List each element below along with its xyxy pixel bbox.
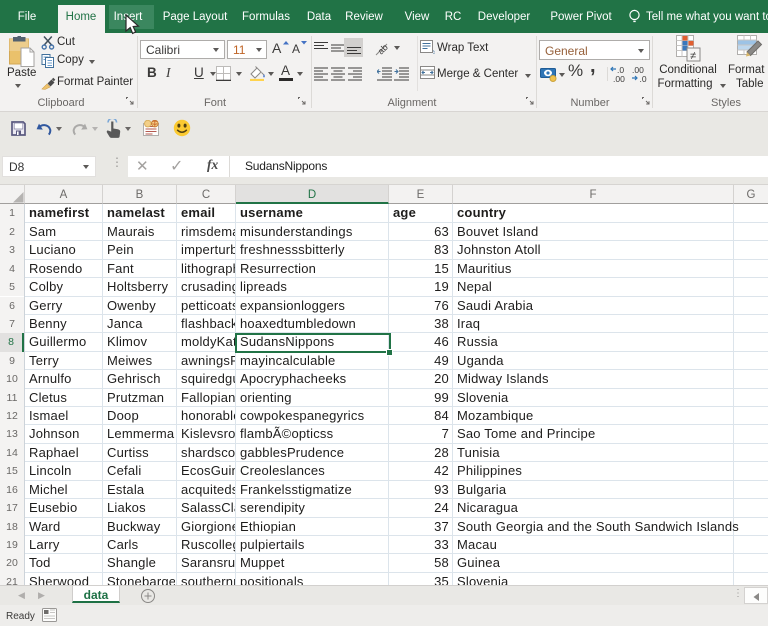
svg-text:.00: .00 — [613, 74, 625, 83]
svg-text:ab: ab — [376, 42, 390, 56]
svg-text:≠: ≠ — [690, 50, 696, 62]
svg-text:.0: .0 — [640, 74, 647, 83]
